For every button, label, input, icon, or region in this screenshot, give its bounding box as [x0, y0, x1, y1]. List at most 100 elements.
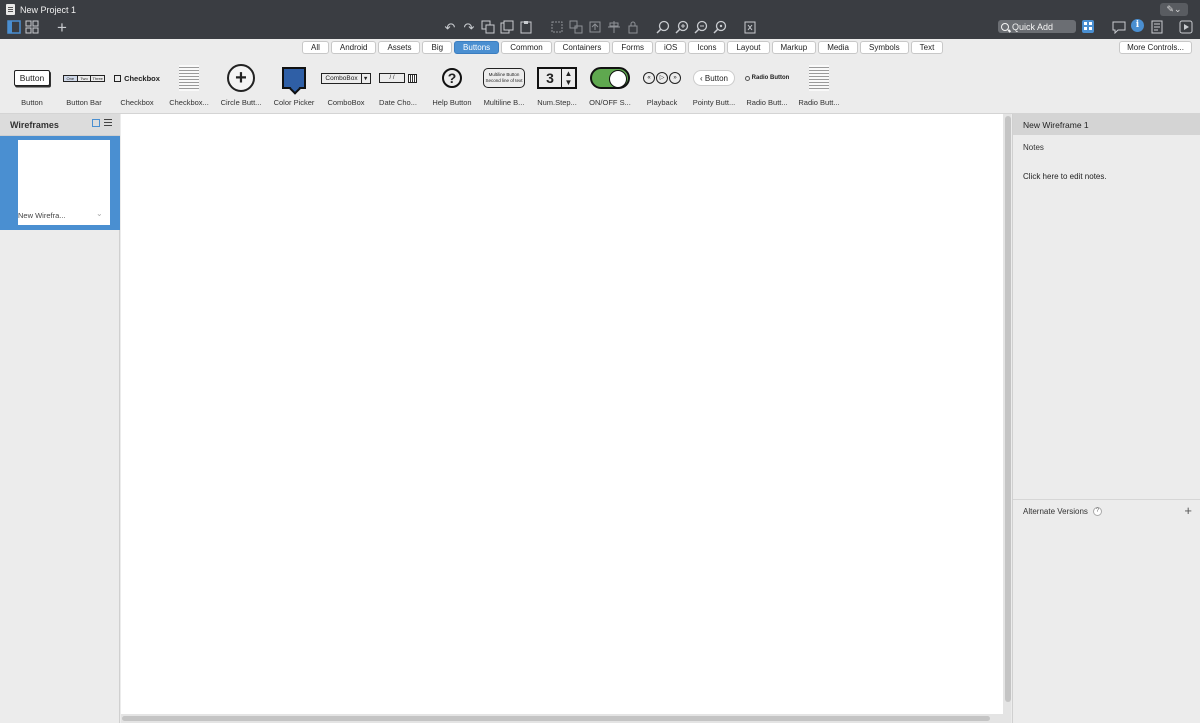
play-icon: ▷ — [656, 72, 668, 84]
tab-all[interactable]: All — [302, 41, 329, 54]
tab-ios[interactable]: iOS — [655, 41, 687, 54]
wireframe-name[interactable]: New Wireframe 1 — [1023, 120, 1089, 130]
calendar-icon — [408, 73, 417, 83]
wireframe-item-label: New Wirefra... — [18, 211, 66, 220]
lock-icon[interactable] — [625, 19, 641, 35]
combobox-preview: ComboBox ▾ — [321, 72, 371, 84]
add-version-icon[interactable]: + — [1184, 503, 1192, 518]
ungroup-icon[interactable] — [568, 19, 584, 35]
quick-add-search[interactable]: Quick Add — [998, 20, 1076, 33]
help-icon[interactable]: ? — [1092, 507, 1102, 516]
wireframes-title: Wireframes — [10, 120, 59, 130]
edit-mode-button[interactable]: ✎⌄ — [1160, 3, 1188, 16]
control-playback[interactable]: «▷» Playback — [637, 62, 687, 112]
tab-icons[interactable]: Icons — [688, 41, 726, 54]
control-multiline-button[interactable]: Multiline Button Second line of text Mult… — [479, 62, 529, 112]
quick-add-label: Quick Add — [1012, 21, 1054, 32]
control-pointy-button[interactable]: ‹ Button Pointy Butt... — [689, 62, 739, 112]
control-circle-button[interactable]: + Circle Butt... — [216, 62, 266, 112]
notes-label: Notes — [1023, 143, 1044, 152]
plus-icon: + — [227, 64, 255, 92]
stepper-arrows-icon: ▲ ▼ — [561, 69, 575, 87]
tab-android[interactable]: Android — [330, 41, 377, 54]
delete-icon[interactable] — [742, 19, 758, 35]
divider — [1013, 499, 1200, 500]
tab-big[interactable]: Big — [422, 41, 453, 54]
control-on-off-switch[interactable]: ON/OFF S... — [585, 62, 635, 112]
toggle-switch-icon — [590, 67, 630, 89]
tab-media[interactable]: Media — [818, 41, 858, 54]
fast-forward-icon: » — [669, 72, 681, 84]
zoom-out-icon[interactable] — [693, 19, 709, 35]
zoom-fit-icon[interactable] — [655, 19, 671, 35]
zoom-in-icon[interactable] — [674, 19, 690, 35]
present-icon[interactable] — [1178, 19, 1194, 35]
stepper-preview: 3 ▲ ▼ — [537, 67, 577, 89]
control-checkbox-group[interactable]: Checkbox... — [164, 62, 214, 112]
control-button[interactable]: Button Button — [7, 62, 57, 112]
control-combobox[interactable]: ComboBox ▾ ComboBox — [321, 62, 371, 112]
tab-layout[interactable]: Layout — [727, 41, 770, 54]
library-tab-strip: All Android Assets Big Buttons Common Co… — [0, 39, 1200, 58]
bring-to-front-icon[interactable] — [587, 19, 603, 35]
controls-gallery: Button Button One Two Three Button Bar Che… — [0, 58, 1200, 114]
paste-icon[interactable] — [518, 19, 534, 35]
more-controls-button[interactable]: More Controls... — [1119, 41, 1192, 54]
copy-icon[interactable] — [480, 19, 496, 35]
chevron-down-icon[interactable]: ⌄ — [96, 209, 103, 218]
info-icon[interactable]: i — [1131, 19, 1144, 32]
pointy-button-preview: ‹ Button — [692, 70, 736, 86]
notes-field[interactable]: Click here to edit notes. — [1023, 172, 1107, 181]
control-help-button[interactable]: ? Help Button — [427, 62, 477, 112]
control-button-bar[interactable]: One Two Three Button Bar — [59, 62, 109, 112]
search-icon — [1001, 22, 1009, 31]
document-icon — [6, 4, 15, 15]
comment-icon[interactable] — [1111, 19, 1127, 35]
properties-header: New Wireframe 1 — [1013, 114, 1200, 135]
playback-preview: «▷» — [643, 72, 681, 84]
control-numeric-stepper[interactable]: 3 ▲ ▼ Num.Step... — [532, 62, 582, 112]
tab-buttons[interactable]: Buttons — [454, 41, 500, 54]
tab-text[interactable]: Text — [910, 41, 944, 54]
wireframes-panel: Wireframes New Wirefra... ⌄ — [0, 114, 120, 723]
single-view-icon[interactable] — [6, 19, 22, 35]
wireframes-header: Wireframes — [0, 114, 120, 136]
horizontal-scrollbar[interactable] — [122, 716, 990, 721]
ui-library-toggle-icon[interactable] — [1082, 20, 1094, 33]
properties-panel: New Wireframe 1 Notes Click here to edit… — [1012, 114, 1200, 723]
alternate-versions: Alternate Versions ? — [1023, 507, 1102, 516]
notes-panel-icon[interactable] — [1149, 19, 1165, 35]
control-radio-button-group[interactable]: Radio Butt... — [794, 62, 844, 112]
multiline-button-preview: Multiline Button Second line of text — [483, 68, 525, 88]
control-date-chooser[interactable]: / / Date Cho... — [373, 62, 423, 112]
button-bar-preview: One Two Three — [63, 74, 105, 82]
group-icon[interactable] — [549, 19, 565, 35]
tab-containers[interactable]: Containers — [553, 41, 611, 54]
redo-icon[interactable]: ↷ — [461, 19, 477, 35]
wireframe-canvas[interactable] — [121, 114, 1003, 714]
list-view-icon[interactable] — [104, 119, 112, 127]
checkbox-preview: Checkbox — [114, 74, 160, 83]
zoom-actual-icon[interactable] — [712, 19, 728, 35]
tab-assets[interactable]: Assets — [378, 41, 421, 54]
tab-common[interactable]: Common — [501, 41, 552, 54]
duplicate-icon[interactable] — [499, 19, 515, 35]
add-wireframe-icon[interactable]: + — [54, 19, 70, 36]
vertical-scrollbar[interactable] — [1005, 116, 1011, 702]
tab-symbols[interactable]: Symbols — [859, 41, 909, 54]
library-tabs: All Android Assets Big Buttons Common Co… — [302, 41, 944, 54]
control-label: Date Cho... — [379, 98, 417, 107]
tab-forms[interactable]: Forms — [612, 41, 653, 54]
tab-markup[interactable]: Markup — [771, 41, 817, 54]
thumbnail-view-icon[interactable] — [92, 119, 100, 127]
control-radio-button[interactable]: Radio Button Radio Butt... — [742, 62, 792, 112]
question-icon: ? — [442, 68, 462, 88]
wireframe-item[interactable]: New Wirefra... ⌄ — [0, 136, 120, 230]
control-color-picker[interactable]: Color Picker — [269, 62, 319, 112]
undo-icon[interactable]: ↶ — [442, 19, 458, 35]
align-icon[interactable] — [606, 19, 622, 35]
title-bar: New Project 1 ✎⌄ + ↶ ↷ Quick Add i — [0, 0, 1200, 39]
grid-view-icon[interactable] — [24, 19, 40, 35]
button-preview: Button — [13, 70, 51, 86]
control-checkbox[interactable]: Checkbox Checkbox — [112, 62, 162, 112]
